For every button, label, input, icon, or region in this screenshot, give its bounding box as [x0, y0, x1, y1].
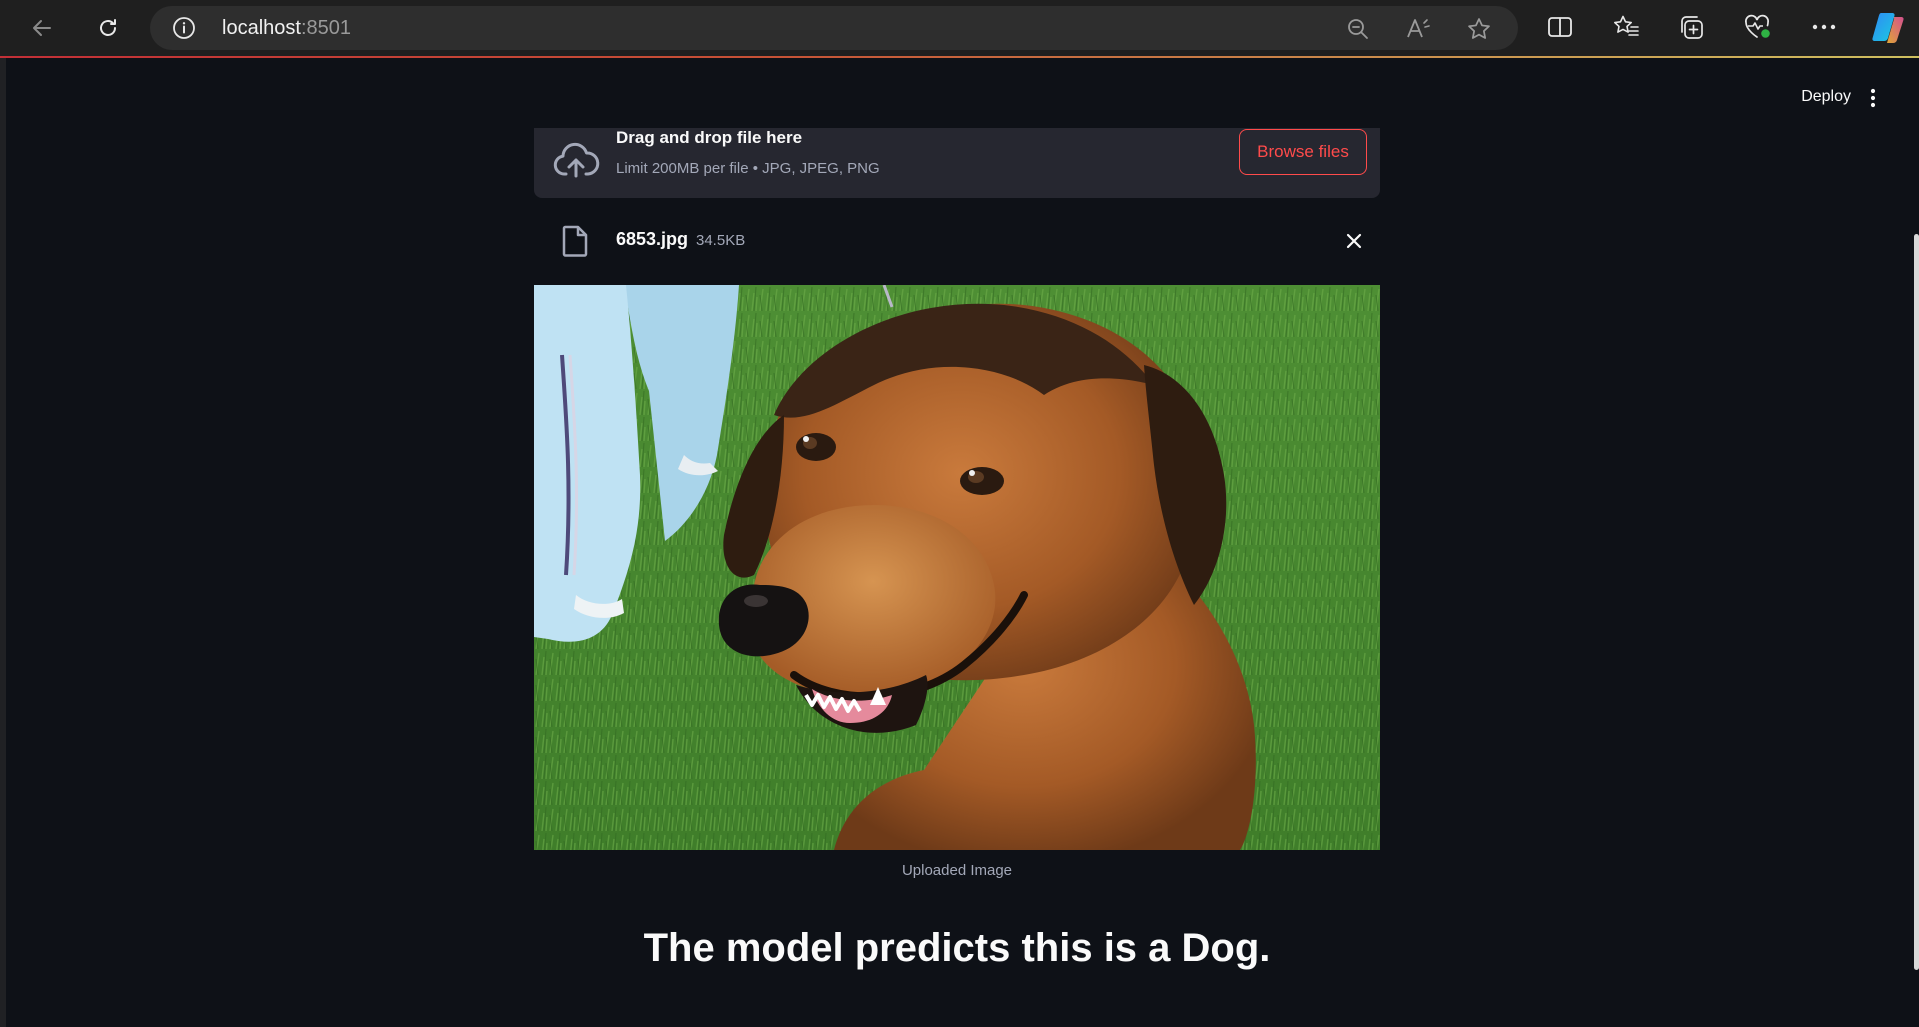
- favorites-icon[interactable]: [1611, 12, 1641, 42]
- dropzone-limit-text: Limit 200MB per file • JPG, JPEG, PNG: [616, 160, 880, 177]
- zoom-out-icon[interactable]: [1345, 16, 1371, 42]
- cloud-upload-icon: [552, 138, 600, 186]
- uploaded-dog-image: [534, 285, 1380, 850]
- more-icon[interactable]: [1809, 12, 1839, 42]
- scrollbar[interactable]: [1914, 234, 1919, 970]
- close-icon[interactable]: [1340, 227, 1368, 255]
- read-aloud-icon[interactable]: [1406, 16, 1432, 42]
- copilot-icon[interactable]: [1870, 9, 1906, 45]
- deploy-button[interactable]: Deploy: [1801, 88, 1851, 106]
- address-bar[interactable]: localhost:8501: [150, 6, 1518, 50]
- browse-files-button[interactable]: Browse files: [1239, 129, 1367, 175]
- file-name: 6853.jpg: [616, 229, 689, 249]
- split-screen-icon[interactable]: [1545, 12, 1575, 42]
- app-viewport: Deploy Drag and drop file here Limit 200…: [6, 58, 1919, 1027]
- back-arrow-icon[interactable]: [24, 10, 60, 46]
- info-icon[interactable]: [172, 16, 196, 40]
- heart-pulse-icon[interactable]: [1743, 12, 1773, 42]
- file-icon: [561, 225, 589, 257]
- url-host: localhost: [222, 17, 301, 39]
- file-dropzone[interactable]: Drag and drop file here Limit 200MB per …: [534, 128, 1380, 198]
- collections-icon[interactable]: [1677, 12, 1707, 42]
- url-text[interactable]: localhost:8501: [222, 17, 351, 39]
- uploaded-file-row: 6853.jpg 34.5KB: [534, 213, 1380, 269]
- prediction-heading: The model predicts this is a Dog.: [643, 926, 1271, 970]
- dropzone-title: Drag and drop file here: [616, 128, 803, 147]
- star-icon[interactable]: [1466, 16, 1492, 42]
- file-size: 34.5KB: [696, 232, 746, 249]
- main-menu-icon[interactable]: [1863, 86, 1883, 110]
- browser-toolbar: localhost:8501: [0, 0, 1919, 56]
- image-caption: Uploaded Image: [901, 862, 1013, 879]
- url-port: :8501: [300, 17, 351, 39]
- reload-icon[interactable]: [90, 10, 126, 46]
